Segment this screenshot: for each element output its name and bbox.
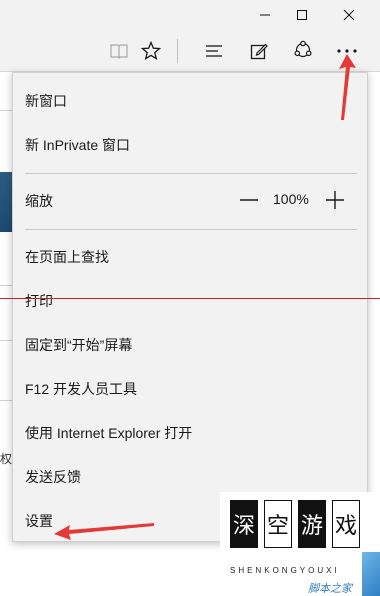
watermark-char: 戏 <box>332 500 360 548</box>
menu-item-zoom: 缩放 <box>13 181 369 221</box>
menu-item-label: 新窗口 <box>25 93 67 109</box>
menu-item-label: 新 InPrivate 窗口 <box>25 137 131 153</box>
menu-item-open-with-ie[interactable]: 使用 Internet Explorer 打开 <box>13 413 369 453</box>
window-titlebar <box>0 0 380 30</box>
menu-divider <box>25 229 357 230</box>
menu-item-new-window[interactable]: 新窗口 <box>13 81 369 121</box>
annotation-arrow-left-icon <box>54 523 154 540</box>
menu-item-label: 设置 <box>25 513 53 529</box>
watermark-corner-text: 脚本之家 <box>308 583 352 595</box>
browser-toolbar <box>0 30 380 72</box>
zoom-level: 100% <box>273 191 309 207</box>
favorites-star-icon <box>141 41 161 60</box>
menu-item-label: 缩放 <box>25 193 53 209</box>
hub-button[interactable] <box>199 36 229 66</box>
watermark-char: 游 <box>298 500 326 548</box>
web-note-button[interactable] <box>244 36 274 66</box>
plus-icon <box>326 191 344 209</box>
more-actions-menu: 新窗口 新 InPrivate 窗口 缩放 100% 在页面上查找 打印 固定到… <box>12 72 368 542</box>
page-line <box>0 400 12 401</box>
watermark-char: 空 <box>264 500 292 548</box>
menu-item-label: 使用 Internet Explorer 打开 <box>25 425 193 441</box>
zoom-out-button[interactable] <box>237 188 261 212</box>
reading-view-button[interactable] <box>104 36 134 66</box>
hub-icon <box>206 45 222 57</box>
menu-item-label: F12 开发人员工具 <box>25 381 138 397</box>
zoom-in-button[interactable] <box>323 188 347 212</box>
reading-view-icon <box>110 44 128 59</box>
menu-divider <box>25 173 357 174</box>
favorites-button[interactable] <box>136 36 166 66</box>
maximize-button[interactable] <box>279 0 325 30</box>
page-line <box>0 285 12 286</box>
minus-icon <box>240 199 258 201</box>
minimize-icon <box>260 14 270 16</box>
menu-item-label: 在页面上查找 <box>25 249 109 265</box>
watermark-subtitle: SHENKONGYOUXI <box>230 566 340 575</box>
share-button[interactable] <box>288 36 318 66</box>
annotation-arrow-up-icon <box>339 54 356 120</box>
page-line <box>0 340 12 341</box>
page-text-fragment: 权 <box>0 452 13 466</box>
menu-item-label: 固定到“开始”屏幕 <box>25 337 133 353</box>
close-button[interactable] <box>326 0 372 30</box>
annotation-line <box>0 298 380 299</box>
maximize-icon <box>297 10 307 20</box>
menu-item-label: 打印 <box>25 293 53 309</box>
menu-item-send-feedback[interactable]: 发送反馈 <box>13 457 369 497</box>
menu-item-pin-to-start[interactable]: 固定到“开始”屏幕 <box>13 325 369 365</box>
share-icon <box>294 40 312 58</box>
watermark-corner-logo <box>362 552 380 596</box>
menu-item-print[interactable]: 打印 <box>13 281 369 321</box>
menu-item-new-inprivate-window[interactable]: 新 InPrivate 窗口 <box>13 125 369 165</box>
page-banner-fragment <box>0 172 12 232</box>
toolbar-separator <box>177 39 178 63</box>
menu-item-f12-dev-tools[interactable]: F12 开发人员工具 <box>13 369 369 409</box>
page-line <box>0 110 12 111</box>
watermark: 深 空 游 戏 SHENKONGYOUXI 脚本之家 <box>220 492 380 596</box>
close-icon <box>343 9 355 21</box>
web-note-icon <box>250 43 268 60</box>
menu-item-label: 发送反馈 <box>25 469 81 485</box>
watermark-char: 深 <box>230 500 258 548</box>
menu-item-find-on-page[interactable]: 在页面上查找 <box>13 237 369 277</box>
